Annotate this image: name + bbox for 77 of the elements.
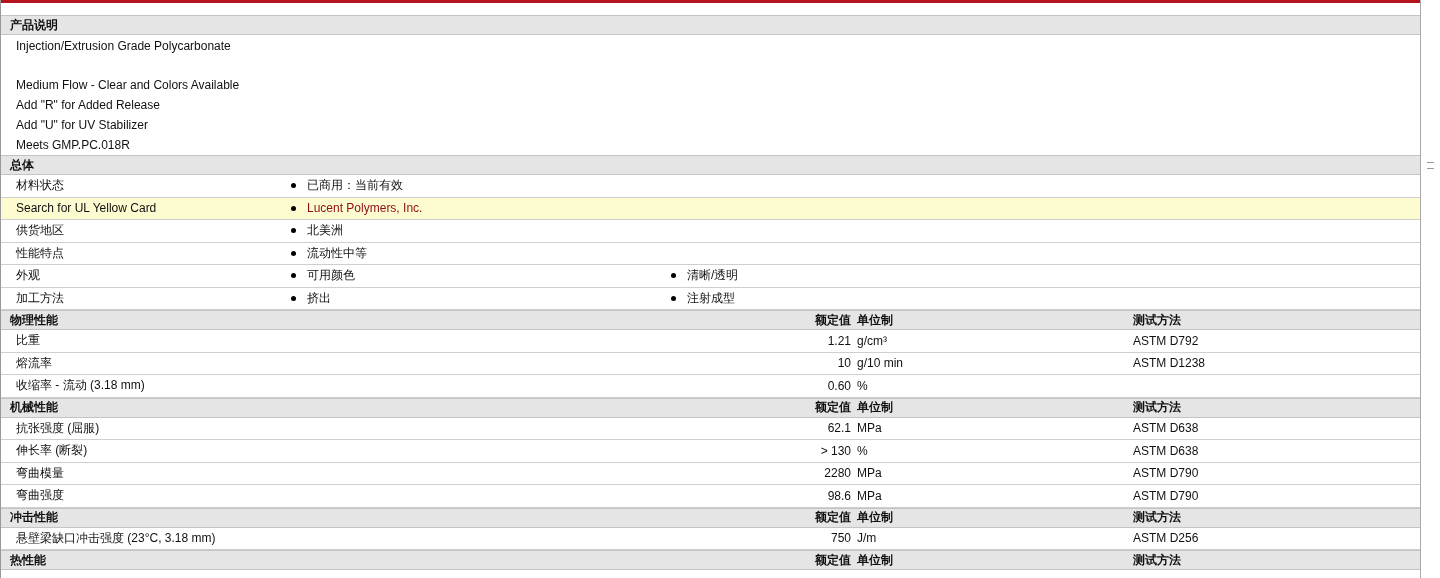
property-value: 清晰/透明 [687, 267, 739, 285]
bullet-icon [291, 205, 296, 211]
test-method: ASTM D790 [1133, 466, 1199, 481]
property-label: 比重 [15, 332, 41, 350]
bullet-icon [291, 183, 296, 189]
test-method: ASTM D1238 [1133, 356, 1206, 371]
description-text: Meets GMP.PC.018R [16, 137, 131, 154]
property-value: 750 [829, 531, 851, 546]
section-title: 冲击性能 [9, 509, 59, 526]
unit-text: g/cm³ [856, 333, 888, 348]
test-method: ASTM D790 [1133, 488, 1199, 503]
test-method: ASTM D638 [1133, 443, 1199, 458]
description-text: Add "U" for UV Stabilizer [16, 117, 149, 134]
column-heading: 额定值 [814, 551, 851, 569]
property-value: 北美洲 [307, 222, 343, 240]
property-value: > 130 [819, 443, 851, 458]
bullet-icon [291, 295, 296, 301]
bullet-icon [291, 228, 296, 234]
bullet-icon [291, 250, 296, 256]
property-value: 挤出 [307, 289, 331, 307]
section-title: 机械性能 [9, 399, 59, 416]
property-label: 抗张强度 (屈服) [15, 419, 101, 437]
column-heading: 单位制 [856, 551, 894, 569]
property-value: 已商用：当前有效 [307, 177, 403, 195]
unit-text: % [856, 443, 869, 458]
property-value: 2280 [823, 466, 851, 481]
unit-text: MPa [856, 488, 883, 503]
column-heading: 单位制 [856, 399, 894, 416]
column-heading: 测试方法 [1133, 311, 1181, 329]
property-label: 性能特点 [15, 244, 65, 262]
property-label: 加工方法 [15, 289, 65, 307]
column-heading: 测试方法 [1133, 551, 1181, 569]
property-label: 伸长率 (断裂) [15, 442, 89, 460]
property-label: 悬壁梁缺口冲击强度 (23°C, 3.18 mm) [15, 529, 217, 547]
description-text: Medium Flow - Clear and Colors Available [16, 77, 241, 94]
column-heading: 测试方法 [1133, 509, 1181, 526]
column-heading: 测试方法 [1133, 399, 1181, 416]
property-value: 0.60 [826, 378, 851, 393]
bullet-icon [291, 273, 296, 279]
property-label: 外观 [15, 267, 41, 285]
bullet-icon [671, 295, 676, 301]
supplier-link[interactable]: Lucent Polymers, Inc. [307, 201, 423, 216]
unit-text: % [856, 378, 869, 393]
column-heading: 单位制 [856, 311, 894, 329]
section-title: 总体 [8, 156, 35, 174]
unit-text: J/m [856, 531, 878, 546]
unit-text: MPa [856, 421, 883, 436]
property-label: 弯曲模量 [15, 464, 65, 482]
section-title: 产品说明 [9, 16, 59, 34]
test-method: ASTM D256 [1133, 531, 1199, 546]
column-heading: 额定值 [814, 311, 851, 329]
property-value: 98.6 [826, 488, 851, 503]
section-title: 热性能 [9, 551, 47, 569]
property-label: 收缩率 - 流动 (3.18 mm) [15, 377, 146, 395]
bullet-icon [671, 273, 676, 279]
property-label: 熔流率 [15, 354, 53, 372]
test-method: ASTM D792 [1133, 333, 1199, 348]
column-heading: 额定值 [814, 509, 851, 526]
unit-text: MPa [856, 466, 883, 481]
column-heading: 单位制 [856, 509, 894, 526]
property-value: 1.21 [826, 333, 851, 348]
description-text: Injection/Extrusion Grade Polycarbonate [16, 38, 232, 55]
property-label: 弯曲强度 [15, 487, 65, 505]
property-value: 62.1 [826, 421, 851, 436]
property-label: 供货地区 [15, 222, 65, 240]
grip-icon[interactable] [1427, 162, 1434, 169]
property-label: 材料状态 [15, 177, 65, 195]
test-method: ASTM D638 [1133, 421, 1199, 436]
property-value: 10 [836, 356, 851, 371]
column-heading: 额定值 [814, 399, 851, 416]
property-value: 流动性中等 [307, 244, 367, 262]
section-title: 物理性能 [9, 311, 59, 329]
property-value: 注射成型 [687, 289, 735, 307]
description-text: Add "R" for Added Release [16, 97, 161, 114]
unit-text: g/10 min [856, 356, 905, 371]
property-label: Search for UL Yellow Card [15, 201, 158, 216]
property-value: 可用颜色 [307, 267, 355, 285]
